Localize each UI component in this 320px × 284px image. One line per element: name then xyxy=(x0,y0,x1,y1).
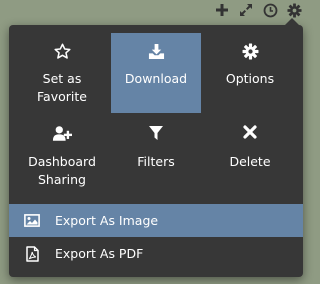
pdf-file-icon xyxy=(9,245,55,262)
export-as-pdf-label: Export As PDF xyxy=(55,246,144,261)
export-as-pdf-item[interactable]: Export As PDF xyxy=(9,237,303,270)
options-label: Options xyxy=(225,71,275,86)
export-as-image-label: Export As Image xyxy=(55,213,159,228)
download-tile[interactable]: Download xyxy=(111,33,201,113)
options-tile[interactable]: Options xyxy=(205,33,295,113)
dashboard-sharing-tile[interactable]: Dashboard Sharing xyxy=(17,119,107,193)
delete-label: Delete xyxy=(229,154,271,169)
close-x-icon xyxy=(205,125,295,139)
clock-icon[interactable] xyxy=(260,0,280,20)
gear-icon xyxy=(205,43,295,60)
widget-toolbar xyxy=(212,0,304,20)
set-as-favorite-label: Set as Favorite xyxy=(37,71,87,104)
filter-icon xyxy=(111,125,201,141)
export-as-image-item[interactable]: Export As Image xyxy=(9,204,303,237)
user-plus-icon xyxy=(17,125,107,142)
dashboard-sharing-label: Dashboard Sharing xyxy=(28,154,96,187)
menu-tile-grid: Set as Favorite Download Options Dashboa… xyxy=(9,25,303,201)
image-icon xyxy=(9,214,55,227)
expand-icon[interactable] xyxy=(236,0,256,20)
filters-label: Filters xyxy=(137,154,175,169)
gear-icon[interactable] xyxy=(284,0,304,20)
plus-icon[interactable] xyxy=(212,0,232,20)
download-label: Download xyxy=(124,71,188,86)
filters-tile[interactable]: Filters xyxy=(111,119,201,193)
options-popup-menu: Set as Favorite Download Options Dashboa… xyxy=(9,18,303,277)
download-icon xyxy=(111,43,201,60)
set-as-favorite-tile[interactable]: Set as Favorite xyxy=(17,33,107,113)
star-outline-icon xyxy=(17,43,107,60)
delete-tile[interactable]: Delete xyxy=(205,119,295,193)
